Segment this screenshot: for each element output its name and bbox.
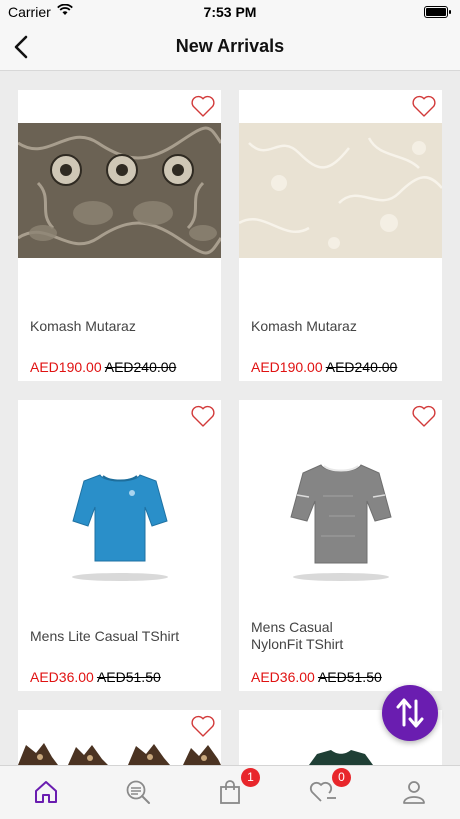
product-card[interactable]: Mens Casual NylonFit TShirt AED36.00 AED…: [239, 400, 442, 691]
tab-bar: 1 0: [0, 765, 460, 819]
profile-icon: [403, 781, 425, 804]
tab-wishlist[interactable]: 0: [276, 766, 368, 819]
product-image[interactable]: [18, 425, 221, 585]
product-price: AED190.00 AED240.00: [251, 359, 397, 375]
original-price: AED240.00: [325, 359, 398, 375]
original-price: AED51.50: [96, 669, 161, 685]
clock: 7:53 PM: [203, 4, 257, 20]
product-image[interactable]: [18, 743, 221, 765]
product-price: AED190.00 AED240.00: [30, 359, 176, 375]
sale-price: AED190.00: [30, 359, 102, 375]
heart-icon[interactable]: [190, 94, 216, 118]
tab-search[interactable]: [92, 766, 184, 819]
product-card[interactable]: [18, 710, 221, 765]
cart-badge: 1: [241, 768, 260, 787]
heart-icon[interactable]: [411, 94, 437, 118]
wishlist-badge: 0: [332, 768, 351, 787]
sale-price: AED36.00: [30, 669, 94, 685]
product-price: AED36.00 AED51.50: [30, 669, 161, 685]
original-price: AED51.50: [317, 669, 382, 685]
product-name[interactable]: Komash Mutaraz: [30, 318, 210, 335]
battery-icon: [424, 6, 451, 18]
sort-arrows-icon: [396, 698, 424, 728]
product-image[interactable]: [18, 123, 221, 258]
search-list-icon: [126, 780, 150, 804]
home-icon: [35, 781, 57, 803]
product-price: AED36.00 AED51.50: [251, 669, 382, 685]
product-card[interactable]: Komash Mutaraz AED190.00 AED240.00: [18, 90, 221, 381]
bag-icon: [220, 780, 240, 804]
tab-cart[interactable]: 1: [184, 766, 276, 819]
product-name[interactable]: Mens Lite Casual TShirt: [30, 628, 210, 645]
product-image[interactable]: [239, 425, 442, 585]
tab-profile[interactable]: [368, 766, 460, 819]
heart-icon[interactable]: [190, 714, 216, 738]
status-bar: Carrier 7:53 PM: [0, 0, 460, 24]
tab-home[interactable]: [0, 766, 92, 819]
product-image[interactable]: [239, 123, 442, 258]
page-title: New Arrivals: [175, 36, 285, 56]
product-name[interactable]: Komash Mutaraz: [251, 318, 431, 335]
heart-icon[interactable]: [411, 404, 437, 428]
navigation-bar: New Arrivals: [0, 24, 460, 71]
original-price: AED240.00: [104, 359, 177, 375]
heart-icon[interactable]: [190, 404, 216, 428]
sale-price: AED190.00: [251, 359, 323, 375]
sale-price: AED36.00: [251, 669, 315, 685]
product-image[interactable]: [239, 750, 442, 765]
product-name[interactable]: Mens Casual NylonFit TShirt: [251, 619, 371, 653]
sort-button[interactable]: [382, 685, 438, 741]
product-card[interactable]: Mens Lite Casual TShirt AED36.00 AED51.5…: [18, 400, 221, 691]
product-card[interactable]: Komash Mutaraz AED190.00 AED240.00: [239, 90, 442, 381]
